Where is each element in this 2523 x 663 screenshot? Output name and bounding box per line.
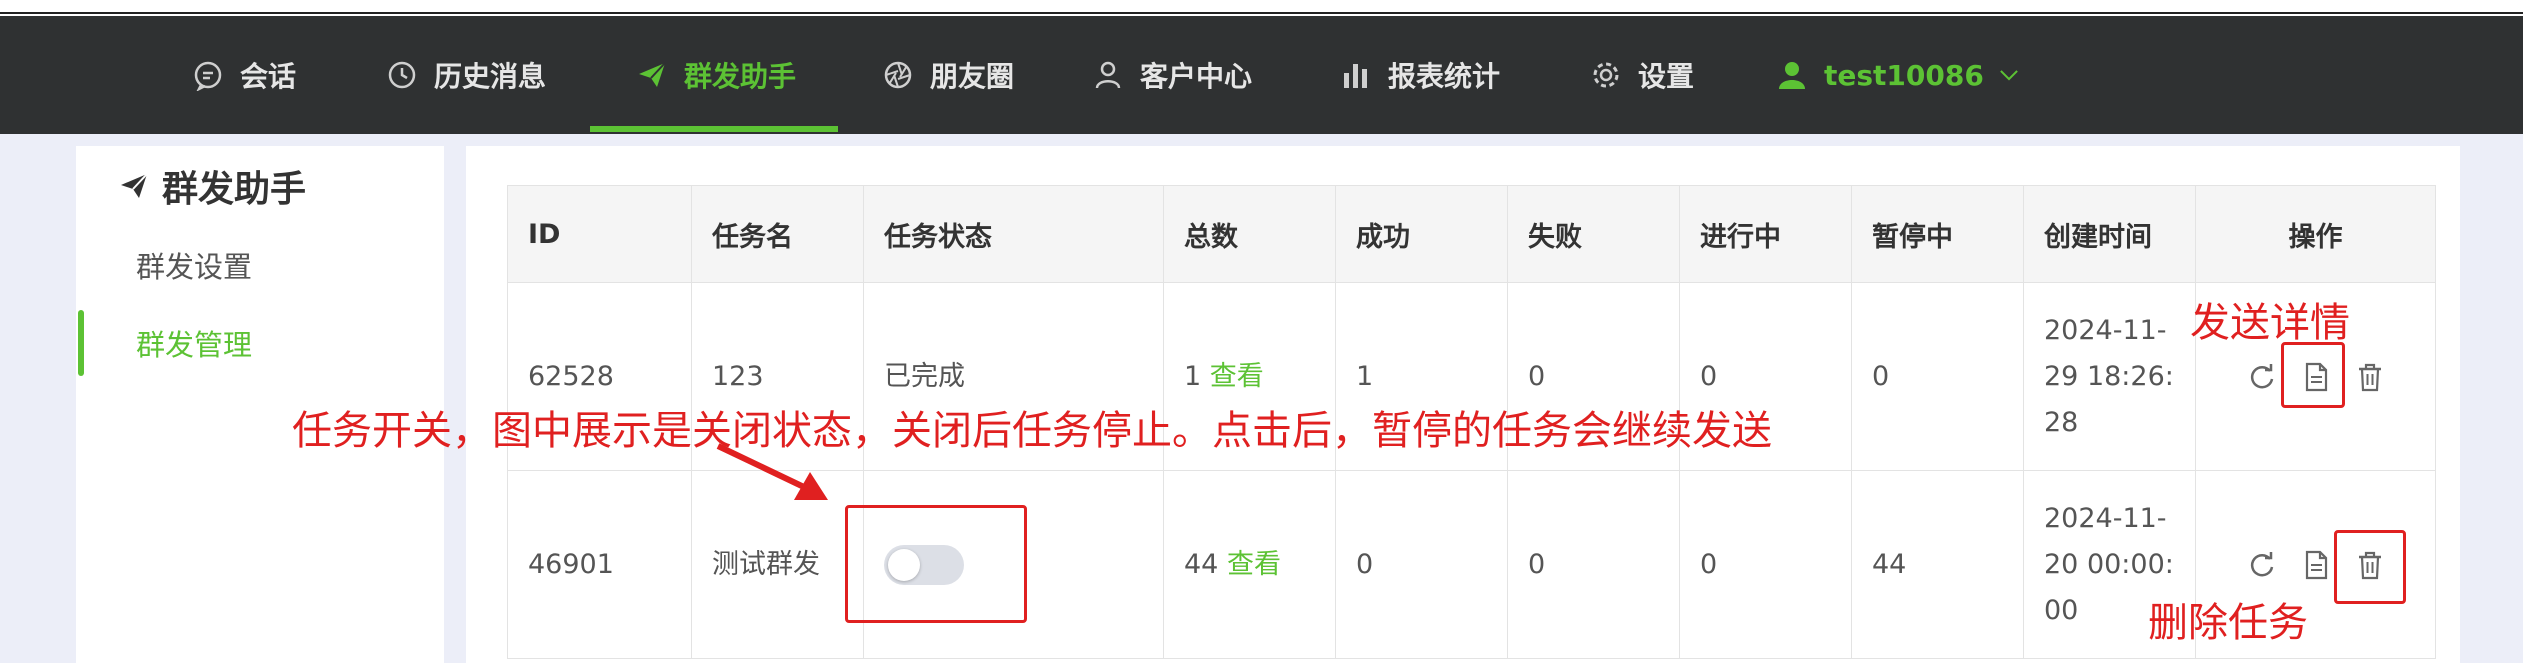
- nav-item-history[interactable]: 历史消息: [386, 16, 546, 134]
- paper-plane-icon: [639, 62, 666, 87]
- nav-item-chat[interactable]: 会话: [192, 16, 296, 134]
- created-time-line: 2024-11-: [2044, 314, 2167, 346]
- sidebar-item-broadcast-management[interactable]: 群发管理: [136, 322, 252, 364]
- sidebar-item-broadcast-settings[interactable]: 群发设置: [136, 244, 252, 286]
- chat-icon: [194, 61, 222, 91]
- column-header: 失败: [1507, 185, 1680, 283]
- sidebar-title: 群发助手: [118, 160, 306, 212]
- nav-item-moments[interactable]: 朋友圈: [882, 16, 1014, 134]
- nav-item-label: 会话: [240, 60, 297, 93]
- gear-icon: [1593, 62, 1619, 88]
- user-name: test10086: [1824, 58, 1984, 92]
- annotation-send-detail: 发送详情: [2190, 300, 2350, 346]
- column-header: 任务状态: [863, 185, 1164, 283]
- annotation-delete-task: 删除任务: [2148, 600, 2308, 646]
- created-time-line: 2024-11-: [2044, 502, 2167, 534]
- nav-item-label: 设置: [1638, 60, 1695, 93]
- cell-paused: 44: [1851, 470, 2024, 659]
- column-header: 总数: [1163, 185, 1336, 283]
- aperture-icon: [884, 61, 912, 89]
- created-time-line: 29 18:26:: [2044, 360, 2174, 392]
- refresh-icon[interactable]: [2246, 361, 2278, 393]
- top-nav-bar: 会话 历史消息 群发助手 朋友圈 客户中心 报表统计 设置 test10086: [0, 16, 2523, 134]
- view-link[interactable]: 查看: [1227, 549, 1281, 580]
- sidebar-active-indicator: [78, 310, 84, 376]
- user-icon: [1779, 62, 1805, 89]
- bar-chart-icon: [1344, 64, 1367, 88]
- paper-plane-icon: [121, 173, 148, 198]
- nav-item-label: 群发助手: [684, 60, 797, 93]
- trash-icon[interactable]: [2354, 361, 2386, 393]
- cell-success: 0: [1335, 470, 1508, 659]
- cell-paused: 0: [1851, 282, 2024, 471]
- nav-item-label: 报表统计: [1388, 60, 1501, 93]
- nav-item-settings[interactable]: 设置: [1590, 16, 1694, 134]
- column-header: 创建时间: [2023, 185, 2196, 283]
- nav-item-customers[interactable]: 客户中心: [1092, 16, 1252, 134]
- column-header: 任务名: [691, 185, 864, 283]
- window-top-edge: [0, 0, 2523, 14]
- created-time-line: 28: [2044, 406, 2079, 438]
- total-count: 44: [1184, 548, 1219, 580]
- view-link[interactable]: 查看: [1210, 361, 1264, 392]
- annotation-arrow-icon: [716, 443, 828, 500]
- nav-item-label: 客户中心: [1140, 60, 1253, 93]
- user-menu[interactable]: test10086: [1776, 16, 2022, 134]
- table-header-row: ID 任务名 任务状态 总数 成功 失败 进行中 暂停中 创建时间 操作: [507, 185, 2436, 283]
- user-icon: [1095, 61, 1121, 89]
- cell-id: 46901: [507, 470, 692, 659]
- annotation-toggle-note: 任务开关，图中展示是关闭状态，关闭后任务停止。点击后，暂停的任务会继续发送: [292, 408, 1772, 454]
- document-icon[interactable]: [2300, 549, 2332, 581]
- cell-fail: 0: [1507, 470, 1680, 659]
- cell-running: 0: [1679, 470, 1852, 659]
- cell-total: 44 查看: [1163, 470, 1336, 659]
- annotation-box-send-detail: [2281, 342, 2345, 408]
- column-header: 成功: [1335, 185, 1508, 283]
- refresh-icon[interactable]: [2246, 549, 2278, 581]
- clock-icon: [388, 61, 416, 89]
- annotation-box-delete: [2334, 530, 2406, 604]
- annotation-box-toggle: [845, 505, 1027, 623]
- column-header: ID: [507, 185, 692, 283]
- nav-item-reports[interactable]: 报表统计: [1340, 16, 1500, 134]
- total-count: 1: [1184, 360, 1202, 392]
- nav-item-broadcast[interactable]: 群发助手: [636, 16, 796, 134]
- column-header: 操作: [2195, 185, 2436, 283]
- cell-created-time: 2024-11- 29 18:26: 28: [2023, 282, 2196, 471]
- chevron-down-icon: [2000, 70, 2018, 81]
- created-time-line: 20 00:00:: [2044, 548, 2174, 580]
- nav-item-label: 历史消息: [434, 60, 547, 93]
- column-header: 进行中: [1679, 185, 1852, 283]
- active-tab-indicator: [590, 126, 838, 132]
- column-header: 暂停中: [1851, 185, 2024, 283]
- nav-item-label: 朋友圈: [930, 60, 1015, 93]
